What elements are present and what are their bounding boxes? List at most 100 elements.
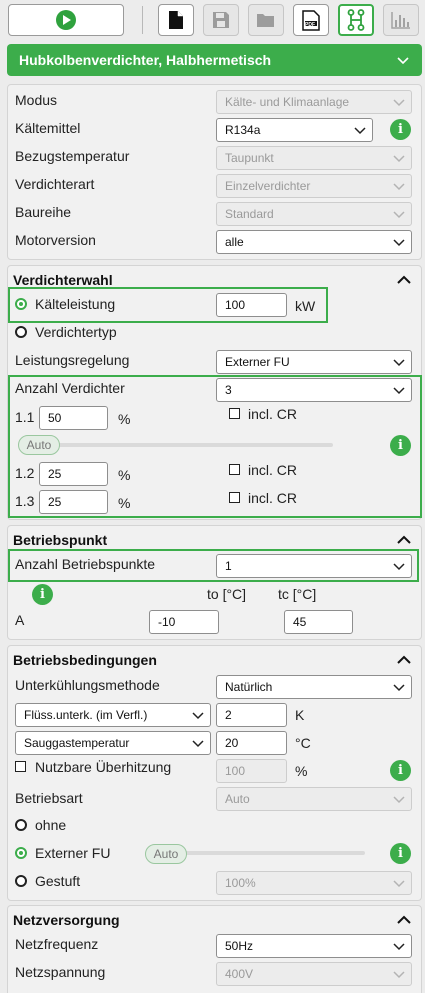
capacity-unit: kW — [295, 298, 316, 314]
auto-slider-handle[interactable]: Auto — [18, 435, 60, 455]
capacity-radio[interactable] — [15, 298, 27, 310]
save-icon — [213, 12, 229, 28]
subcool-label: Unterkühlungsmethode — [15, 677, 160, 693]
suction-gas-input[interactable]: 20 — [216, 731, 287, 755]
row2-incl-cr-checkbox[interactable] — [229, 464, 240, 475]
fu-slider-handle[interactable]: Auto — [145, 844, 187, 864]
diagram-button[interactable] — [338, 4, 374, 36]
liquid-subcool-unit: K — [295, 707, 305, 723]
mode-staged-radio[interactable] — [15, 875, 27, 887]
op-count-select[interactable]: 1 — [216, 554, 412, 578]
motor-select[interactable]: alle — [216, 230, 412, 254]
row3-label: 1.3 — [15, 493, 35, 509]
product-type-title: Hubkolbenverdichter, Halbhermetisch — [19, 52, 272, 68]
tc-input[interactable]: 45 — [284, 610, 353, 634]
mode-label: Betriebsart — [15, 790, 83, 806]
open-button[interactable] — [248, 4, 284, 36]
collapse-icon[interactable] — [397, 655, 411, 665]
comp-type-radio[interactable] — [15, 326, 27, 338]
op-info-icon[interactable]: i — [32, 584, 53, 605]
product-type-dropdown[interactable]: Hubkolbenverdichter, Halbhermetisch — [7, 44, 422, 76]
row3-value: 25 — [48, 495, 62, 509]
voltage-label: Netzspannung — [15, 964, 106, 980]
pdf-button[interactable]: PDF — [293, 4, 329, 36]
suction-gas-select[interactable]: Sauggastemperatur — [15, 731, 211, 755]
row2-input[interactable]: 25 — [39, 462, 108, 486]
ref-temp-select[interactable]: Taupunkt — [216, 146, 412, 170]
freq-value: 50Hz — [225, 939, 254, 953]
ref-temp-label: Bezugstemperatur — [15, 148, 130, 164]
collapse-icon[interactable] — [397, 275, 411, 285]
chevron-down-icon — [393, 155, 405, 163]
chevron-down-icon — [393, 563, 405, 571]
row3-incl-cr-checkbox[interactable] — [229, 492, 240, 503]
staged-select[interactable]: 100% — [216, 871, 412, 895]
row1-input[interactable]: 50 — [39, 406, 108, 430]
freq-select[interactable]: 50Hz — [216, 934, 412, 958]
mode-none-radio[interactable] — [15, 819, 27, 831]
modus-select[interactable]: Kälte- und Klimaanlage — [216, 90, 412, 114]
bar-chart-icon — [391, 12, 410, 29]
to-input[interactable]: -10 — [149, 610, 219, 634]
chevron-down-icon — [393, 239, 405, 247]
count-label: Anzahl Verdichter — [15, 380, 125, 396]
pdf-label: PDF — [305, 22, 315, 28]
superheat-checkbox[interactable] — [15, 761, 26, 772]
superheat-unit: % — [295, 763, 308, 779]
comp-type-radio-label: Verdichtertyp — [35, 324, 117, 340]
control-select[interactable]: Externer FU — [216, 350, 412, 374]
auto-label: Auto — [26, 438, 52, 452]
fu-slider-track[interactable] — [167, 851, 365, 855]
superheat-info-icon[interactable]: i — [390, 760, 411, 781]
row1-value: 50 — [48, 411, 62, 425]
count-select[interactable]: 3 — [216, 378, 412, 402]
collapse-icon[interactable] — [397, 535, 411, 545]
chevron-down-icon — [393, 796, 405, 804]
chevron-down-icon — [393, 880, 405, 888]
op-count-value: 1 — [225, 559, 232, 573]
mode-fu-radio[interactable] — [15, 847, 27, 859]
row1-incl-cr-label: incl. CR — [248, 406, 298, 422]
comp-type-select[interactable]: Einzelverdichter — [216, 174, 412, 198]
fu-info-icon[interactable]: i — [390, 843, 411, 864]
superheat-input[interactable]: 100 — [216, 759, 287, 783]
modus-value: Kälte- und Klimaanlage — [225, 95, 350, 109]
comp-type-value: Einzelverdichter — [225, 179, 311, 193]
motor-value: alle — [225, 235, 244, 249]
chevron-down-icon — [393, 359, 405, 367]
mode-fu-label: Externer FU — [35, 845, 111, 861]
capacity-input[interactable]: 100 — [216, 293, 287, 317]
operating-conditions-title: Betriebsbedingungen — [13, 652, 157, 668]
liquid-subcool-input[interactable]: 2 — [216, 703, 287, 727]
control-value: Externer FU — [225, 355, 290, 369]
row1-incl-cr-checkbox[interactable] — [229, 408, 240, 419]
chevron-down-icon — [192, 740, 204, 748]
mode-select[interactable]: Auto — [216, 787, 412, 811]
series-label: Baureihe — [15, 204, 72, 220]
chart-button[interactable] — [383, 4, 419, 36]
row1-percent: % — [118, 411, 131, 427]
motor-label: Motorversion — [15, 232, 96, 248]
save-button[interactable] — [203, 4, 239, 36]
row2-incl-cr-label: incl. CR — [248, 462, 298, 478]
liquid-subcool-value: Flüss.unterk. (im Verfl.) — [24, 708, 148, 722]
new-document-button[interactable] — [158, 4, 194, 36]
refrigerant-label: Kältemittel — [15, 120, 81, 136]
voltage-select[interactable]: 400V — [216, 962, 412, 986]
run-button[interactable] — [8, 4, 124, 36]
chevron-down-icon — [393, 183, 405, 191]
liquid-subcool-select[interactable]: Flüss.unterk. (im Verfl.) — [15, 703, 211, 727]
suction-gas-unit: °C — [295, 735, 311, 751]
row3-input[interactable]: 25 — [39, 490, 108, 514]
auto-slider-track[interactable] — [40, 443, 333, 447]
refrigerant-info-icon[interactable]: i — [390, 119, 411, 140]
operating-point-title: Betriebspunkt — [13, 532, 108, 548]
collapse-icon[interactable] — [397, 915, 411, 925]
count-info-icon[interactable]: i — [390, 435, 411, 456]
play-icon — [56, 10, 76, 30]
series-select[interactable]: Standard — [216, 202, 412, 226]
superheat-label: Nutzbare Überhitzung — [35, 759, 172, 775]
subcool-select[interactable]: Natürlich — [216, 675, 412, 699]
refrigerant-select[interactable]: R134a — [216, 118, 373, 142]
row2-percent: % — [118, 467, 131, 483]
